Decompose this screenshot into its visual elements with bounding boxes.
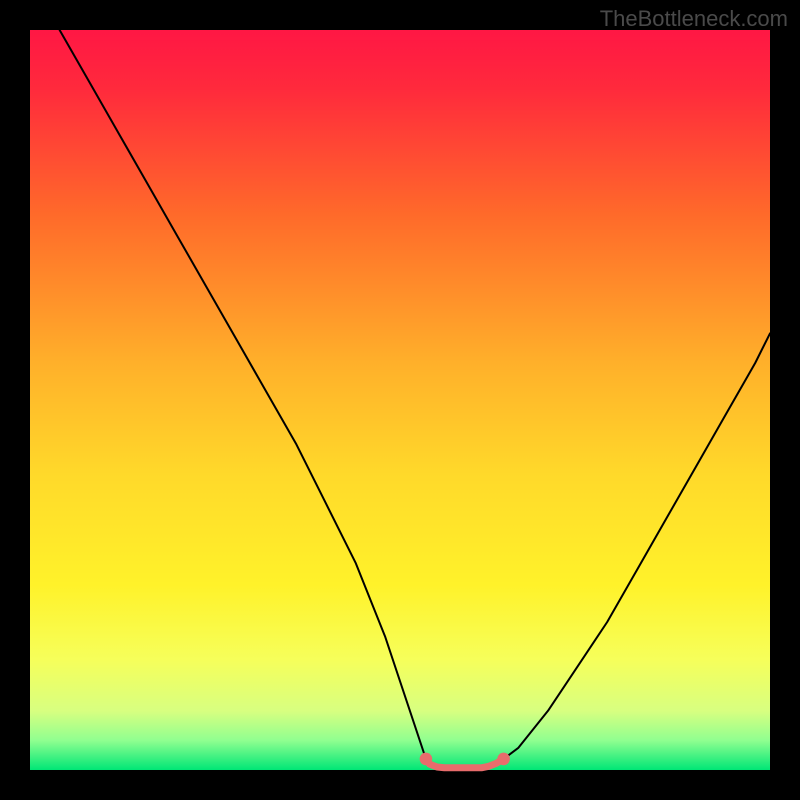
series-bottom-highlight-endpoint bbox=[497, 753, 510, 766]
chart-container: TheBottleneck.com bbox=[0, 0, 800, 800]
watermark-text: TheBottleneck.com bbox=[600, 6, 788, 32]
plot-background bbox=[30, 30, 770, 770]
series-bottom-highlight-endpoint bbox=[420, 753, 433, 766]
chart-svg bbox=[0, 0, 800, 800]
